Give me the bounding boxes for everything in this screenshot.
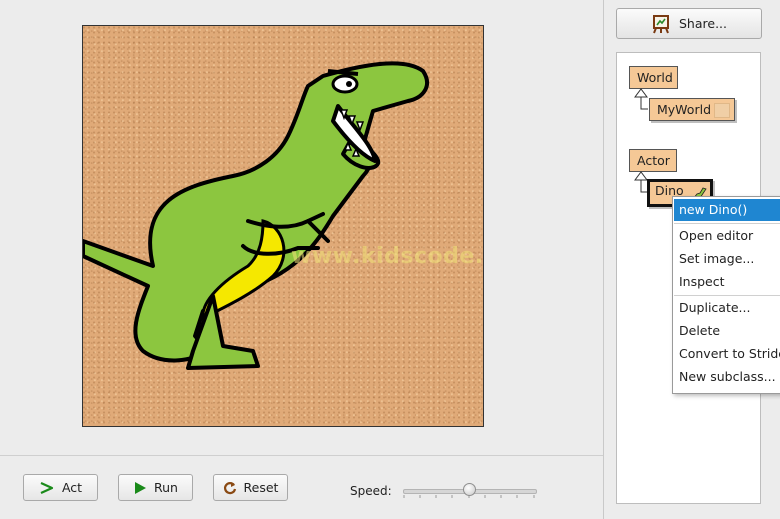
speed-slider[interactable] (403, 481, 537, 499)
class-myworld[interactable]: MyWorld (649, 98, 735, 121)
play-icon (135, 481, 147, 494)
easel-icon (653, 14, 669, 33)
class-world[interactable]: World (629, 66, 678, 89)
menu-item-new-dino[interactable]: new Dino() (674, 199, 780, 221)
inherit-arrow-myworld (634, 88, 648, 110)
world-thumbnail-icon (714, 103, 730, 118)
reset-icon (223, 481, 236, 494)
speed-slider-thumb[interactable] (463, 483, 476, 496)
speed-label: Speed: (350, 484, 392, 498)
class-actor[interactable]: Actor (629, 149, 677, 172)
reset-button[interactable]: Reset (213, 474, 288, 501)
dino-actor[interactable] (83, 26, 483, 426)
act-button[interactable]: Act (23, 474, 98, 501)
menu-separator (674, 295, 780, 296)
world-viewport: www.kidscode.cn (0, 0, 603, 456)
run-label: Run (154, 480, 178, 495)
act-icon (40, 481, 54, 494)
menu-item-new-subclass[interactable]: New subclass... (674, 366, 780, 388)
menu-item-delete[interactable]: Delete (674, 320, 780, 342)
reset-label: Reset (243, 480, 279, 495)
menu-item-open-editor[interactable]: Open editor (674, 225, 780, 247)
watermark-text: www.kidscode.cn (291, 244, 484, 269)
share-button[interactable]: Share... (616, 8, 762, 39)
world-pane: www.kidscode.cn Act Run Reset Speed: (0, 0, 603, 519)
inherit-arrow-dino (634, 171, 648, 193)
class-myworld-label: MyWorld (657, 102, 712, 117)
share-label: Share... (679, 16, 727, 31)
menu-item-convert-to-stride[interactable]: Convert to Stride (674, 343, 780, 365)
context-menu: new Dino() Open editor Set image... Insp… (672, 196, 780, 394)
class-actor-label: Actor (637, 153, 670, 168)
run-button[interactable]: Run (118, 474, 193, 501)
class-world-label: World (637, 70, 673, 85)
act-label: Act (61, 480, 83, 495)
menu-item-set-image[interactable]: Set image... (674, 248, 780, 270)
menu-item-inspect[interactable]: Inspect (674, 271, 780, 293)
menu-item-duplicate[interactable]: Duplicate... (674, 297, 780, 319)
world-canvas[interactable]: www.kidscode.cn (82, 25, 484, 427)
menu-separator (674, 223, 780, 224)
